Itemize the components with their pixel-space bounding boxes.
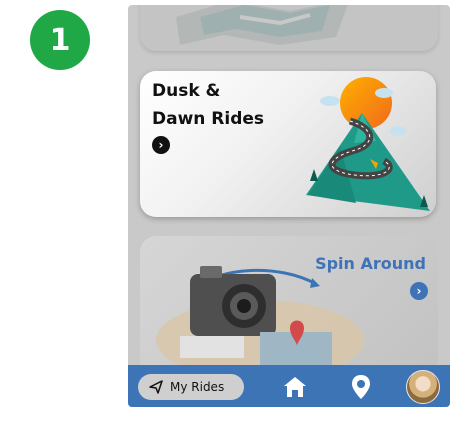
map-card[interactable] <box>140 5 438 51</box>
spin-around-card[interactable]: Spin Around › <box>140 236 438 376</box>
folded-map-illustration <box>176 5 348 45</box>
send-icon <box>149 380 163 394</box>
camera-map-illustration <box>156 266 364 376</box>
location-pin-icon <box>352 375 370 399</box>
dusk-dawn-rides-card[interactable]: Dusk & Dawn Rides › <box>140 71 436 217</box>
profile-avatar[interactable] <box>406 370 440 404</box>
my-rides-label: My Rides <box>170 380 225 394</box>
location-button[interactable] <box>346 372 376 402</box>
bottom-navigation: My Rides <box>128 365 450 407</box>
my-rides-button[interactable]: My Rides <box>138 374 244 400</box>
step-number-badge: 1 <box>30 10 90 70</box>
mountain-road-illustration <box>306 77 430 211</box>
home-button[interactable] <box>280 372 310 402</box>
home-icon <box>284 377 306 397</box>
phone-screen: Dusk & Dawn Rides › Spin Around › My Rid… <box>128 5 450 407</box>
